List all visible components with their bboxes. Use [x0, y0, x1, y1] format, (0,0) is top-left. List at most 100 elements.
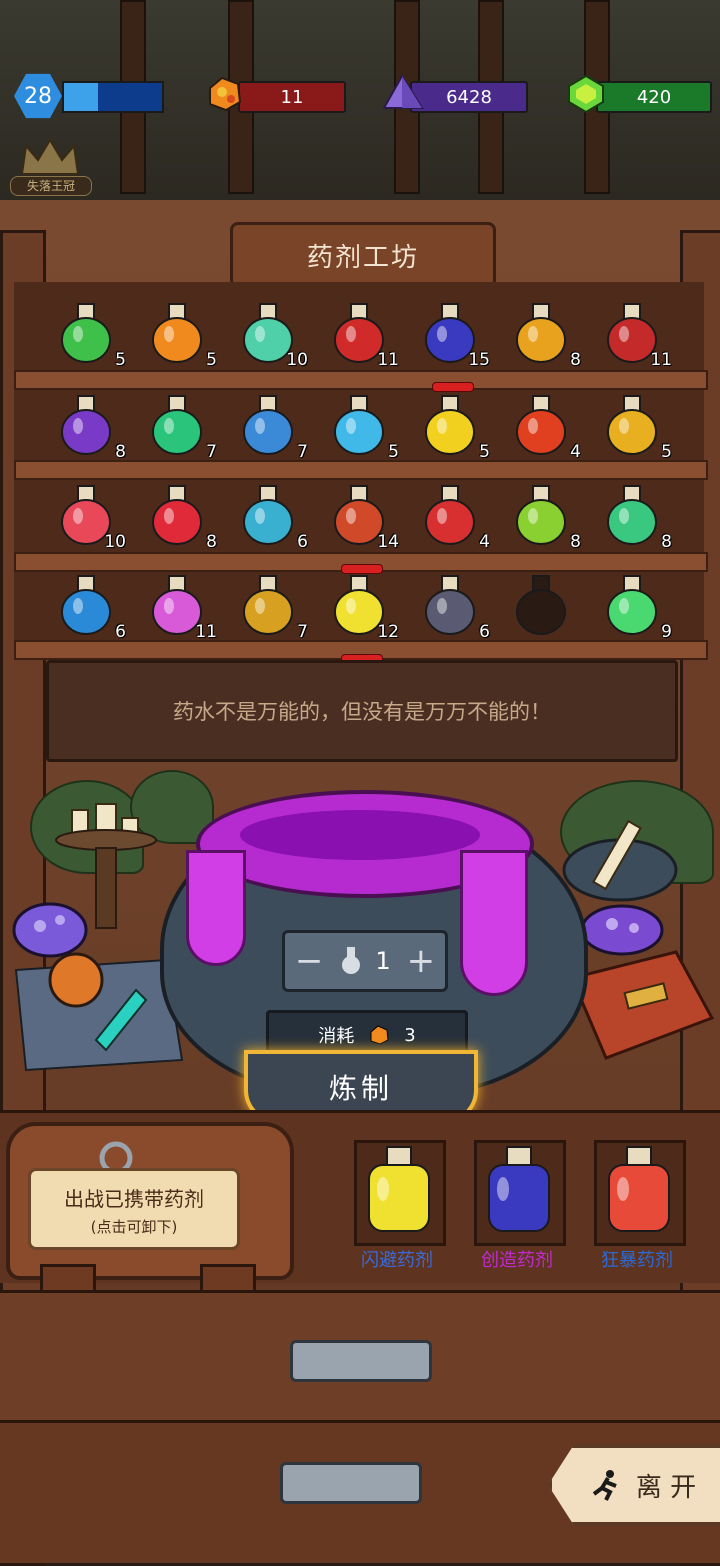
potion-slot[interactable]: 8	[46, 388, 126, 468]
potion-slot[interactable]: 10	[46, 478, 126, 558]
potion-slot[interactable]: 8	[592, 478, 672, 558]
flask-icon	[342, 947, 361, 974]
potion-bottle-icon	[243, 575, 293, 635]
potion-slot[interactable]: 9	[592, 568, 672, 648]
potion-count: 11	[377, 350, 399, 370]
potion-count: 8	[570, 532, 581, 552]
potion-count: 6	[479, 622, 490, 642]
potion-count: 7	[206, 442, 217, 462]
potion-slot[interactable]: 6	[46, 568, 126, 648]
potion-count: 10	[104, 532, 126, 552]
decrease-button[interactable]: −	[291, 943, 327, 979]
potion-slot[interactable]: 12	[319, 568, 399, 664]
potion-slot[interactable]: 6	[228, 478, 308, 558]
carried-label-hint: (点击可卸下)	[90, 1218, 178, 1236]
potion-slot[interactable]: 15	[410, 296, 490, 392]
potion-bottle-icon	[425, 575, 475, 635]
drawer-handle[interactable]	[290, 1340, 432, 1382]
potion-count: 5	[479, 442, 490, 462]
potion-slot[interactable]: 7	[228, 388, 308, 468]
potion-bottle-icon	[607, 395, 657, 455]
potion-count: 7	[297, 622, 308, 642]
potion-count: 10	[286, 350, 308, 370]
wall-background	[0, 0, 720, 230]
leave-button[interactable]: 离 开	[548, 1444, 720, 1526]
goo-drip	[460, 850, 528, 996]
potion-count: 8	[570, 350, 581, 370]
potion-count: 4	[570, 442, 581, 462]
potion-bottle-icon	[152, 485, 202, 545]
running-man-icon	[592, 1470, 617, 1501]
resource-crystal-counter: 6428	[410, 81, 528, 113]
potion-count: 6	[297, 532, 308, 552]
potion-slot[interactable]: 4	[501, 388, 581, 468]
potion-bottle-icon	[243, 485, 293, 545]
carried-potion-name: 创造药剂	[481, 1250, 553, 1271]
level-progress-bar	[62, 81, 164, 113]
potion-bottle-icon	[516, 395, 566, 455]
potion-slot[interactable]: 5	[410, 388, 490, 468]
goo-drip	[186, 850, 246, 966]
potion-slot[interactable]: 7	[137, 388, 217, 468]
potion-bottle-icon	[61, 575, 111, 635]
page-title: 药剂工坊	[230, 222, 496, 288]
potion-slot[interactable]: 11	[592, 296, 672, 376]
potion-slot[interactable]: 5	[319, 388, 399, 468]
potion-slot[interactable]: 10	[228, 296, 308, 376]
potion-count: 5	[388, 442, 399, 462]
potion-slot[interactable]: 5	[137, 296, 217, 376]
potion-count: 9	[661, 622, 672, 642]
carried-potion-name: 闪避药剂	[361, 1250, 433, 1271]
increase-button[interactable]: +	[403, 943, 439, 979]
potion-bottle-icon	[243, 395, 293, 455]
potion-slot[interactable]: 11	[137, 568, 217, 648]
cost-value: 3	[404, 1024, 416, 1046]
potion-slot[interactable]: 7	[228, 568, 308, 648]
empty-potion-slot[interactable]	[501, 568, 581, 648]
potion-bottle-icon	[516, 303, 566, 363]
carried-potion-slot[interactable]	[474, 1140, 566, 1246]
potion-count: 11	[195, 622, 217, 642]
carried-potion-name: 狂暴药剂	[601, 1250, 673, 1271]
carried-potions-label[interactable]: 出战已携带药剂 (点击可卸下)	[28, 1168, 240, 1250]
potion-count: 11	[650, 350, 672, 370]
carried-label-title: 出战已携带药剂	[64, 1187, 204, 1211]
potion-slot[interactable]: 5	[592, 388, 672, 468]
potion-bottle-icon	[152, 303, 202, 363]
potion-bottle-icon	[516, 575, 566, 635]
potion-bottle-icon	[61, 303, 111, 363]
potion-bottle-icon	[608, 1146, 670, 1232]
potion-count: 6	[115, 622, 126, 642]
potion-count: 4	[479, 532, 490, 552]
potion-count: 5	[661, 442, 672, 462]
potion-count: 12	[377, 622, 399, 642]
potion-bottle-icon	[488, 1146, 550, 1232]
carried-potion-slot[interactable]	[594, 1140, 686, 1246]
potion-bottle-icon	[607, 485, 657, 545]
quantity-stepper: − 1 +	[282, 930, 448, 992]
cost-label: 消耗	[318, 1026, 355, 1047]
potion-slot[interactable]: 6	[410, 568, 490, 648]
potion-bottle-icon	[425, 485, 475, 545]
potion-slot[interactable]: 8	[137, 478, 217, 558]
potion-count: 14	[377, 532, 399, 552]
potion-slot[interactable]: 8	[501, 478, 581, 558]
drawer-handle[interactable]	[280, 1462, 422, 1504]
potion-count: 8	[206, 532, 217, 552]
potion-slot[interactable]: 8	[501, 296, 581, 376]
quantity-value: 1	[375, 947, 391, 975]
potion-slot[interactable]: 4	[410, 478, 490, 558]
potion-count: 8	[115, 442, 126, 462]
potion-count: 5	[115, 350, 126, 370]
potion-slot[interactable]: 11	[319, 296, 399, 376]
spell-book-icon	[569, 950, 715, 1060]
potion-slot[interactable]: 5	[46, 296, 126, 376]
potion-bottle-icon	[516, 485, 566, 545]
potion-slot[interactable]: 14	[319, 478, 399, 574]
potion-bottle-icon	[607, 575, 657, 635]
resource-ember-counter: 11	[238, 81, 346, 113]
carried-potion-slot[interactable]	[354, 1140, 446, 1246]
potion-bottle-icon	[368, 1146, 430, 1232]
resource-gem-counter: 420	[596, 81, 712, 113]
level-progress-fill	[64, 83, 99, 111]
